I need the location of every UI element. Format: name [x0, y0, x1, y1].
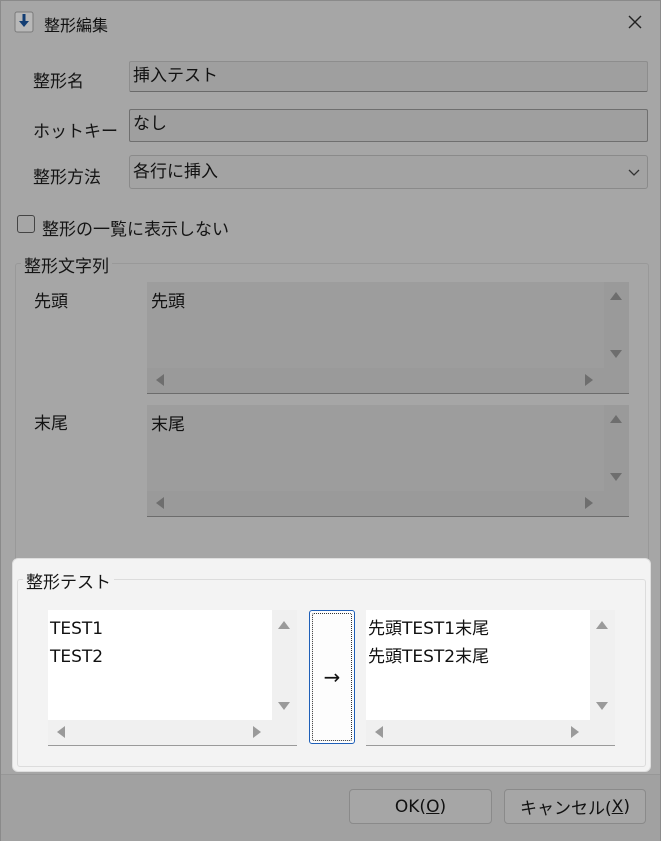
cancel-button-accelerator: X: [611, 796, 624, 817]
hide-from-list-label[interactable]: 整形の一覧に表示しない: [42, 215, 229, 240]
head-label: 先頭: [34, 292, 68, 312]
ok-button[interactable]: OK(O): [349, 789, 492, 824]
scroll-down-icon[interactable]: [278, 702, 290, 710]
scroll-right-icon[interactable]: [253, 726, 261, 738]
tail-horizontal-scrollbar[interactable]: [147, 491, 629, 516]
test-output-horizontal-scrollbar[interactable]: [366, 720, 615, 745]
test-output-text: 先頭TEST1末尾 先頭TEST2末尾: [368, 619, 490, 667]
tail-textarea-text: 末尾: [151, 415, 185, 435]
close-icon: [628, 15, 642, 29]
download-arrow-icon: [14, 11, 34, 33]
scroll-right-icon[interactable]: [571, 726, 579, 738]
scroll-down-icon[interactable]: [610, 473, 622, 481]
tail-textarea[interactable]: 末尾: [147, 405, 629, 517]
scroll-right-icon[interactable]: [585, 497, 593, 509]
ok-button-label-end: ): [439, 796, 447, 817]
chevron-down-icon: [628, 169, 640, 176]
scroll-up-icon[interactable]: [278, 621, 290, 629]
method-label: 整形方法: [33, 168, 101, 188]
tail-label: 末尾: [34, 414, 68, 434]
scroll-down-icon[interactable]: [610, 350, 622, 358]
name-input[interactable]: 挿入テスト: [129, 61, 648, 92]
scroll-left-icon[interactable]: [375, 726, 383, 738]
format-test-group-title: 整形テスト: [23, 568, 114, 593]
close-button[interactable]: [615, 5, 655, 39]
convert-button[interactable]: →: [309, 610, 355, 744]
scroll-left-icon[interactable]: [156, 497, 164, 509]
test-input-textarea[interactable]: TEST1 TEST2: [48, 610, 297, 746]
scroll-up-icon[interactable]: [610, 415, 622, 423]
scroll-left-icon[interactable]: [156, 374, 164, 386]
test-input-text: TEST1 TEST2: [50, 619, 104, 667]
title-bar: 整形編集: [1, 1, 660, 43]
format-strings-group-title: 整形文字列: [21, 252, 112, 277]
head-vertical-scrollbar[interactable]: [604, 282, 629, 369]
cancel-button-label-end: ): [623, 796, 630, 817]
test-input-vertical-scrollbar[interactable]: [272, 610, 297, 720]
scroll-left-icon[interactable]: [57, 726, 65, 738]
head-textarea-text: 先頭: [151, 292, 185, 312]
head-textarea[interactable]: 先頭: [147, 282, 629, 394]
hotkey-input[interactable]: なし: [129, 109, 648, 142]
method-select[interactable]: 各行に挿入: [129, 155, 648, 189]
name-label: 整形名: [33, 72, 84, 92]
scroll-right-icon[interactable]: [585, 374, 593, 386]
tail-vertical-scrollbar[interactable]: [604, 405, 629, 492]
test-output-textarea[interactable]: 先頭TEST1末尾 先頭TEST2末尾: [366, 610, 615, 746]
scroll-up-icon[interactable]: [610, 292, 622, 300]
ok-button-label: OK(: [394, 796, 427, 817]
window-title: 整形編集: [44, 16, 109, 35]
test-output-vertical-scrollbar[interactable]: [590, 610, 615, 720]
hotkey-label: ホットキー: [33, 122, 118, 142]
method-select-value: 各行に挿入: [133, 162, 218, 182]
hide-from-list-checkbox[interactable]: [17, 215, 35, 233]
ok-button-accelerator: O: [426, 796, 440, 817]
scroll-up-icon[interactable]: [596, 621, 608, 629]
cancel-button-label: キャンセル(: [520, 799, 612, 819]
format-edit-dialog: 整形編集 整形名 挿入テスト ホットキー なし 整形方法 各行に挿入 整形の一覧…: [0, 0, 661, 841]
test-input-horizontal-scrollbar[interactable]: [48, 720, 297, 745]
scroll-down-icon[interactable]: [596, 702, 608, 710]
head-horizontal-scrollbar[interactable]: [147, 368, 629, 393]
cancel-button[interactable]: キャンセル(X): [504, 789, 646, 824]
